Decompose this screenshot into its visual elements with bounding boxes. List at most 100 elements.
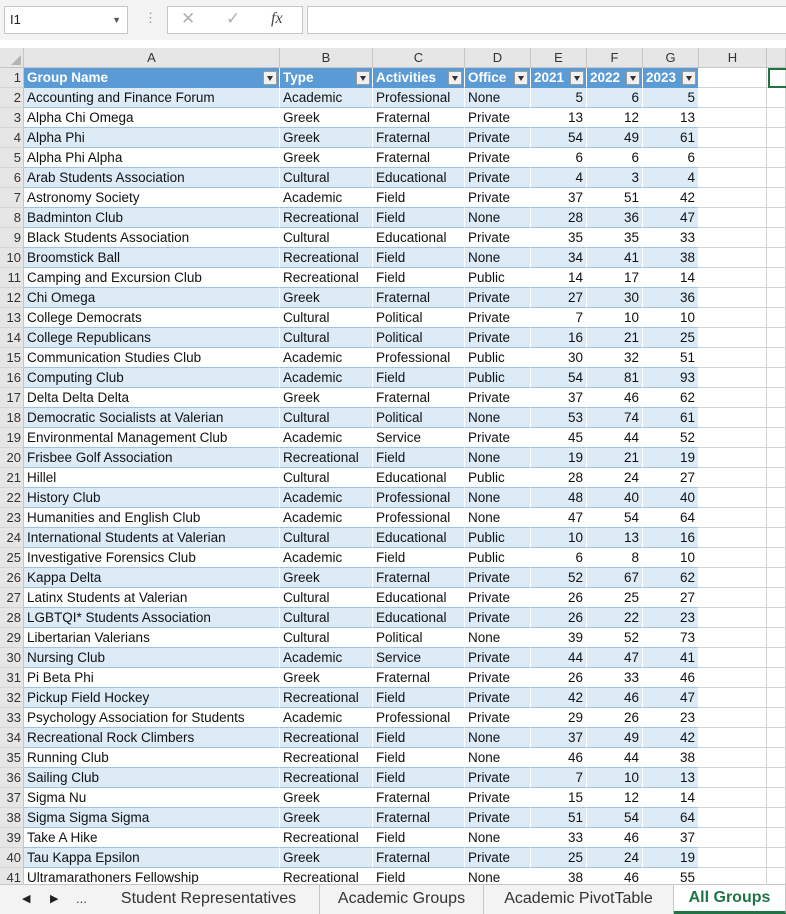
table-header-cell[interactable]: Group Name: [24, 68, 280, 88]
empty-cell[interactable]: [767, 168, 786, 188]
row-header[interactable]: 1: [0, 68, 24, 88]
table-cell[interactable]: Camping and Excursion Club: [24, 268, 280, 288]
empty-cell[interactable]: [699, 628, 767, 648]
empty-cell[interactable]: [767, 808, 786, 828]
table-cell[interactable]: 25: [531, 848, 587, 868]
table-cell[interactable]: Private: [465, 768, 531, 788]
column-header-a[interactable]: A: [24, 48, 280, 68]
table-cell[interactable]: Private: [465, 568, 531, 588]
more-sheets-button[interactable]: ...: [76, 891, 87, 906]
empty-cell[interactable]: [699, 648, 767, 668]
table-cell[interactable]: Field: [373, 368, 465, 388]
empty-cell[interactable]: [767, 208, 786, 228]
table-cell[interactable]: Recreational: [280, 688, 373, 708]
table-cell[interactable]: 4: [643, 168, 699, 188]
table-cell[interactable]: None: [465, 88, 531, 108]
table-cell[interactable]: Fraternal: [373, 388, 465, 408]
table-cell[interactable]: Private: [465, 148, 531, 168]
table-cell[interactable]: 32: [587, 348, 643, 368]
formula-input[interactable]: [307, 6, 786, 34]
table-cell[interactable]: Private: [465, 388, 531, 408]
table-cell[interactable]: 27: [643, 588, 699, 608]
table-cell[interactable]: 33: [531, 828, 587, 848]
table-cell[interactable]: Greek: [280, 148, 373, 168]
empty-cell[interactable]: [767, 468, 786, 488]
table-cell[interactable]: 28: [531, 208, 587, 228]
table-cell[interactable]: 17: [587, 268, 643, 288]
empty-cell[interactable]: [767, 348, 786, 368]
table-cell[interactable]: 16: [643, 528, 699, 548]
table-cell[interactable]: Cultural: [280, 408, 373, 428]
empty-cell[interactable]: [767, 628, 786, 648]
table-cell[interactable]: 64: [643, 508, 699, 528]
table-cell[interactable]: Private: [465, 128, 531, 148]
table-cell[interactable]: Academic: [280, 508, 373, 528]
table-cell[interactable]: Private: [465, 168, 531, 188]
empty-cell[interactable]: [767, 668, 786, 688]
table-cell[interactable]: 61: [643, 408, 699, 428]
table-cell[interactable]: 27: [531, 288, 587, 308]
table-cell[interactable]: Cultural: [280, 228, 373, 248]
table-cell[interactable]: Alpha Chi Omega: [24, 108, 280, 128]
row-header[interactable]: 17: [0, 388, 24, 408]
filter-dropdown-icon[interactable]: [356, 71, 370, 85]
table-cell[interactable]: Field: [373, 748, 465, 768]
table-cell[interactable]: 23: [643, 608, 699, 628]
table-cell[interactable]: Private: [465, 328, 531, 348]
next-sheet-icon[interactable]: ▶: [50, 892, 58, 905]
empty-cell[interactable]: [699, 308, 767, 328]
table-cell[interactable]: Psychology Association for Students: [24, 708, 280, 728]
empty-cell[interactable]: [699, 388, 767, 408]
row-header[interactable]: 5: [0, 148, 24, 168]
empty-cell[interactable]: [767, 708, 786, 728]
table-cell[interactable]: Academic: [280, 648, 373, 668]
filter-dropdown-icon[interactable]: [682, 71, 696, 85]
table-cell[interactable]: Educational: [373, 608, 465, 628]
row-header[interactable]: 19: [0, 428, 24, 448]
table-cell[interactable]: 45: [531, 428, 587, 448]
table-cell[interactable]: None: [465, 248, 531, 268]
column-header-f[interactable]: F: [587, 48, 643, 68]
empty-cell[interactable]: [699, 368, 767, 388]
table-cell[interactable]: College Democrats: [24, 308, 280, 328]
table-cell[interactable]: Public: [465, 368, 531, 388]
table-cell[interactable]: History Club: [24, 488, 280, 508]
column-header-e[interactable]: E: [531, 48, 587, 68]
empty-cell[interactable]: [767, 548, 786, 568]
table-cell[interactable]: 52: [643, 428, 699, 448]
table-cell[interactable]: Political: [373, 628, 465, 648]
filter-dropdown-icon[interactable]: [263, 71, 277, 85]
row-header[interactable]: 12: [0, 288, 24, 308]
empty-cell[interactable]: [699, 768, 767, 788]
table-cell[interactable]: Private: [465, 188, 531, 208]
row-header[interactable]: 6: [0, 168, 24, 188]
row-header[interactable]: 30: [0, 648, 24, 668]
table-cell[interactable]: Cultural: [280, 468, 373, 488]
table-cell[interactable]: 6: [587, 88, 643, 108]
row-header[interactable]: 10: [0, 248, 24, 268]
filter-dropdown-icon[interactable]: [448, 71, 462, 85]
table-cell[interactable]: Computing Club: [24, 368, 280, 388]
empty-cell[interactable]: [699, 88, 767, 108]
table-cell[interactable]: Academic: [280, 488, 373, 508]
empty-cell[interactable]: [767, 828, 786, 848]
table-cell[interactable]: Professional: [373, 488, 465, 508]
table-cell[interactable]: 52: [587, 628, 643, 648]
table-cell[interactable]: Cultural: [280, 588, 373, 608]
table-cell[interactable]: 33: [587, 668, 643, 688]
table-cell[interactable]: Fraternal: [373, 788, 465, 808]
row-header[interactable]: 41: [0, 868, 24, 884]
empty-cell[interactable]: [699, 208, 767, 228]
table-cell[interactable]: 10: [643, 548, 699, 568]
table-cell[interactable]: None: [465, 628, 531, 648]
table-cell[interactable]: Running Club: [24, 748, 280, 768]
table-cell[interactable]: 24: [587, 848, 643, 868]
table-cell[interactable]: Service: [373, 648, 465, 668]
table-cell[interactable]: 64: [643, 808, 699, 828]
table-cell[interactable]: 54: [587, 508, 643, 528]
table-cell[interactable]: Delta Delta Delta: [24, 388, 280, 408]
table-cell[interactable]: 51: [643, 348, 699, 368]
table-cell[interactable]: 81: [587, 368, 643, 388]
table-cell[interactable]: Recreational: [280, 208, 373, 228]
filter-dropdown-icon[interactable]: [626, 71, 640, 85]
